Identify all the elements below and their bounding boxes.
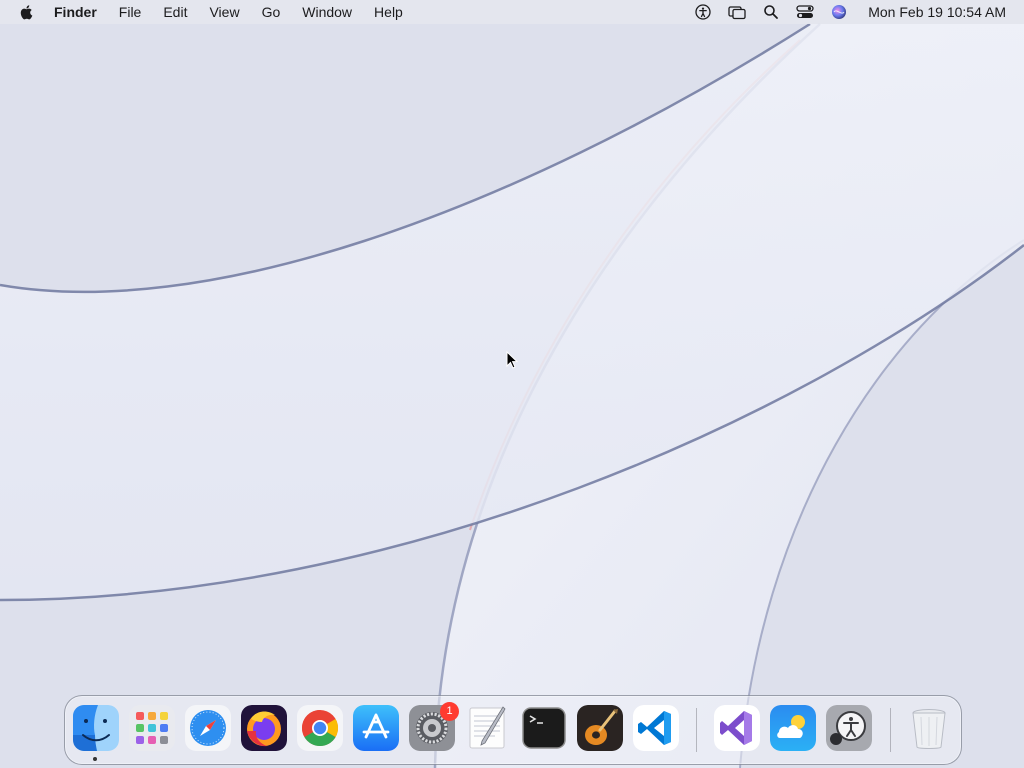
dock-item-firefox[interactable] xyxy=(241,705,287,751)
menu-view[interactable]: View xyxy=(198,0,250,24)
dock-item-trash[interactable] xyxy=(906,705,952,751)
firefox-icon xyxy=(241,705,287,751)
menu-edit[interactable]: Edit xyxy=(152,0,198,24)
terminal-icon xyxy=(522,707,566,749)
dock-item-weather[interactable] xyxy=(770,705,816,751)
finder-running-indicator xyxy=(93,757,97,761)
dock-item-textedit[interactable] xyxy=(465,705,511,751)
desktop-wallpaper xyxy=(0,0,1024,768)
dock-item-terminal[interactable] xyxy=(521,705,567,751)
dock-item-garageband[interactable] xyxy=(577,705,623,751)
dock-item-accessibility-inspector[interactable] xyxy=(826,705,872,751)
spotlight-search-icon[interactable] xyxy=(762,3,780,21)
dock-item-chrome[interactable] xyxy=(297,705,343,751)
finder-icon xyxy=(73,705,119,751)
menu-file[interactable]: File xyxy=(108,0,153,24)
dock-item-safari[interactable] xyxy=(185,705,231,751)
chrome-icon xyxy=(297,705,343,751)
apple-menu-icon[interactable] xyxy=(18,3,36,21)
vscode-icon xyxy=(633,705,679,751)
trash-icon xyxy=(912,709,946,749)
menu-clock[interactable]: Mon Feb 19 10:54 AM xyxy=(868,4,1006,20)
dock-item-finder[interactable] xyxy=(73,705,119,751)
siri-icon[interactable] xyxy=(830,3,848,21)
menu-app-name[interactable]: Finder xyxy=(46,0,108,24)
dock-item-app-store[interactable] xyxy=(353,705,399,751)
garageband-icon xyxy=(577,705,623,751)
accessibility-inspector-icon xyxy=(826,705,872,751)
menu-bar: Finder File Edit View Go Window Help Mon… xyxy=(0,0,1024,24)
system-settings-badge: 1 xyxy=(440,702,459,721)
weather-icon xyxy=(770,705,816,751)
menu-help[interactable]: Help xyxy=(363,0,414,24)
dock xyxy=(64,695,962,765)
control-center-icon[interactable] xyxy=(796,3,814,21)
accessibility-icon[interactable] xyxy=(694,3,712,21)
app-store-icon xyxy=(353,705,399,751)
dock-separator xyxy=(696,708,697,752)
menu-go[interactable]: Go xyxy=(251,0,292,24)
launchpad-icon xyxy=(129,705,175,751)
dock-separator xyxy=(890,708,891,752)
textedit-icon xyxy=(469,706,506,749)
safari-icon xyxy=(185,705,231,751)
dock-item-visual-studio[interactable] xyxy=(714,705,760,751)
visual-studio-icon xyxy=(714,705,760,751)
dock-item-launchpad[interactable] xyxy=(129,705,175,751)
screen-mirroring-icon[interactable] xyxy=(728,3,746,21)
dock-item-vscode[interactable] xyxy=(633,705,679,751)
mouse-cursor-icon xyxy=(506,351,518,369)
menu-window[interactable]: Window xyxy=(291,0,363,24)
